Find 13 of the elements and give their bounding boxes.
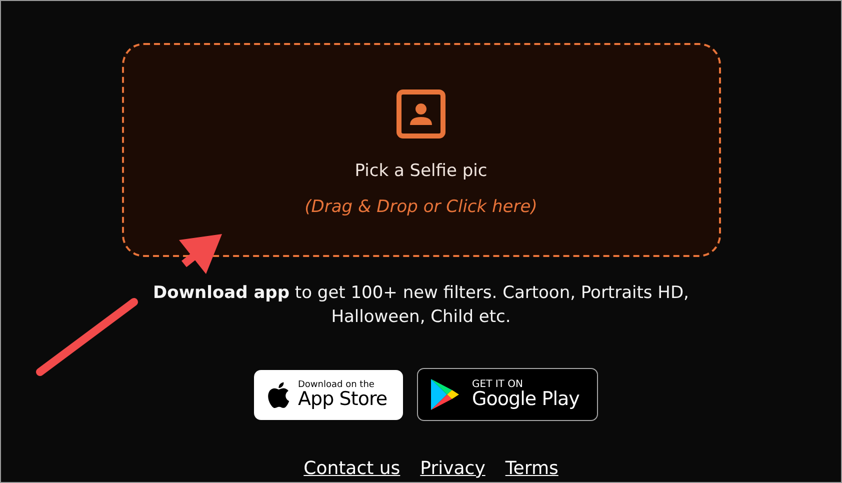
footer-link[interactable]: Terms: [505, 455, 558, 482]
footer-link[interactable]: Contact us: [304, 455, 400, 482]
badge-title: App Store: [298, 390, 388, 408]
app-store-badge[interactable]: Download on the App Store: [254, 370, 403, 420]
badge-title: Google Play: [472, 390, 580, 409]
badge-caption: Download on the: [298, 380, 376, 390]
upload-dropzone[interactable]: Pick a Selfie pic (Drag & Drop or Click here): [122, 43, 720, 257]
upload-hint: (Drag & Drop or Click here): [304, 196, 538, 218]
promo-text: Download app to get 100+ new filters. Cartoon, Portraits HD, Halloween, Child etc.: [152, 282, 690, 329]
badge-caption: GET IT ON: [472, 380, 524, 390]
footer-link[interactable]: Privacy: [420, 455, 486, 482]
google-play-badge[interactable]: GET IT ON Google Play: [417, 368, 598, 421]
upload-title: Pick a Selfie pic: [354, 160, 488, 183]
